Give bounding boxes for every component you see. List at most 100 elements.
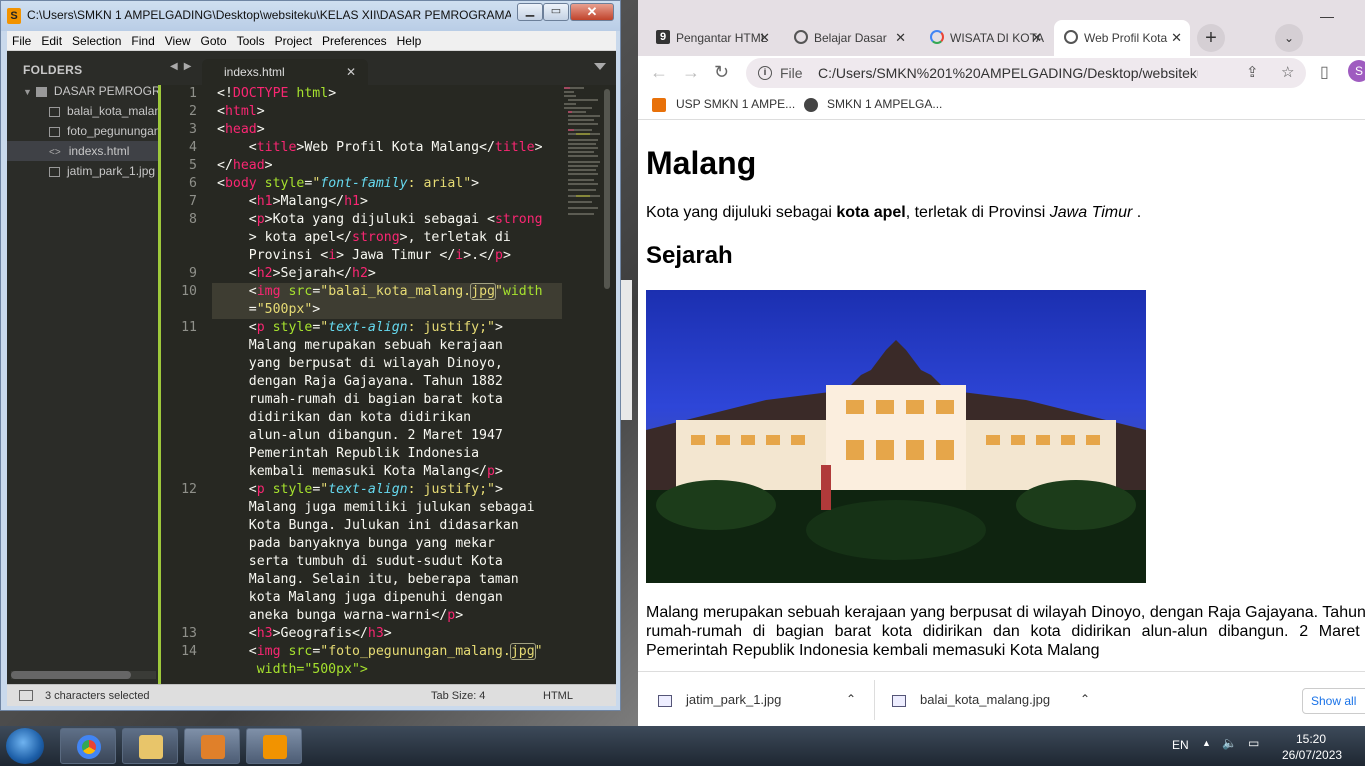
tab-size-status[interactable]: Tab Size: 4 bbox=[431, 685, 485, 707]
taskbar-chrome[interactable] bbox=[60, 728, 116, 764]
sidebar-scrollbar[interactable] bbox=[11, 671, 156, 679]
menu-help[interactable]: Help bbox=[392, 31, 427, 51]
language-indicator[interactable]: EN bbox=[1172, 738, 1189, 752]
tab-search-button[interactable]: ⌄ bbox=[1275, 24, 1303, 52]
divider bbox=[874, 680, 875, 720]
volume-muted-icon[interactable]: 🔈 bbox=[1222, 736, 1237, 750]
tab-close-icon[interactable]: ✕ bbox=[346, 59, 356, 85]
tab-close-icon[interactable]: ✕ bbox=[1031, 20, 1042, 56]
clock-time[interactable]: 15:20 bbox=[1296, 732, 1326, 746]
tab-indexs-html[interactable]: indexs.html ✕ bbox=[202, 59, 368, 85]
menu-project[interactable]: Project bbox=[270, 31, 317, 51]
url-text[interactable]: C:/Users/SMKN%201%20AMPELGADING/Desktop/… bbox=[818, 58, 1198, 88]
menu-tools[interactable]: Tools bbox=[232, 31, 270, 51]
close-button[interactable]: ✕ bbox=[570, 3, 614, 21]
sidebar-file-label: foto_pegunungan_malang.jpg bbox=[67, 124, 158, 138]
bookmark-usp[interactable]: USP SMKN 1 AMPE... bbox=[676, 97, 795, 111]
folders-header: FOLDERS bbox=[23, 63, 83, 77]
new-tab-button[interactable]: + bbox=[1197, 24, 1225, 52]
tab-title: Web Profil Kota bbox=[1084, 31, 1168, 45]
code-line: didirikan dan kota didirikan bbox=[248, 410, 472, 425]
sidebar-file-pegunungan[interactable]: foto_pegunungan_malang.jpg bbox=[7, 121, 158, 141]
code-editor[interactable]: <!DOCTYPE html> <html> <head> <title>Web… bbox=[212, 85, 562, 684]
bookmark-smkn[interactable]: SMKN 1 AMPELGA... bbox=[827, 97, 942, 111]
share-icon[interactable]: ⇪ bbox=[1246, 58, 1259, 88]
code-line: kota Malang juga dipenuhi dengan bbox=[248, 590, 503, 605]
taskbar-app-orange[interactable] bbox=[184, 728, 240, 764]
tab-pengantar-html[interactable]: 9 Pengantar HTML ✕ bbox=[646, 20, 778, 56]
back-icon[interactable]: ← bbox=[650, 62, 668, 83]
image-file-icon bbox=[49, 106, 60, 117]
maximize-button[interactable]: ▭ bbox=[543, 3, 569, 21]
menu-file[interactable]: File bbox=[7, 31, 36, 51]
reload-icon[interactable]: ↻ bbox=[714, 62, 729, 83]
tab-title: Pengantar HTML bbox=[676, 31, 768, 45]
code-line: <title>Web Profil Kota Malang</title> bbox=[217, 140, 543, 155]
show-all-downloads-button[interactable]: Show all bbox=[1302, 688, 1365, 714]
sublime-title-bar[interactable]: S C:\Users\SMKN 1 AMPELGADING\Desktop\we… bbox=[1, 1, 620, 31]
chrome-minimize-icon[interactable]: — bbox=[1320, 8, 1334, 24]
site-favicon-icon: 9 bbox=[656, 30, 670, 44]
code-line: pada banyaknya bunga yang mekar bbox=[248, 536, 495, 551]
tab-nav-arrows-icon[interactable]: ◀▶ bbox=[170, 61, 197, 72]
sidebar-file-indexs[interactable]: <> indexs.html bbox=[7, 141, 158, 161]
image-file-icon bbox=[49, 166, 60, 177]
editor-scroll-thumb[interactable] bbox=[604, 89, 610, 289]
tab-web-profil[interactable]: Web Profil Kota ✕ bbox=[1054, 20, 1190, 56]
download-item-balai[interactable]: balai_kota_malang.jpg ⌃ bbox=[892, 672, 1090, 727]
line-number: 6 bbox=[189, 176, 197, 191]
taskbar-sublime[interactable] bbox=[246, 728, 302, 764]
sidebar-file-jatim[interactable]: jatim_park_1.jpg bbox=[7, 161, 158, 181]
line-number: 12 bbox=[181, 482, 197, 497]
code-line: dengan Raja Gajayana. Tahun 1882 bbox=[248, 374, 503, 389]
taskbar-explorer[interactable] bbox=[122, 728, 178, 764]
sidebar-file-balai[interactable]: balai_kota_malang.jpg bbox=[7, 101, 158, 121]
intro-paragraph: Kota yang dijuluki sebagai kota apel, te… bbox=[646, 204, 1142, 221]
tab-belajar-dasar[interactable]: Belajar Dasar ✕ bbox=[784, 20, 914, 56]
download-item-jatim[interactable]: jatim_park_1.jpg ⌃ bbox=[658, 672, 856, 727]
tab-menu-icon[interactable] bbox=[594, 63, 606, 70]
tab-close-icon[interactable]: ✕ bbox=[759, 20, 770, 56]
menu-preferences[interactable]: Preferences bbox=[317, 31, 392, 51]
menu-find[interactable]: Find bbox=[126, 31, 159, 51]
code-line: <body style="font-family: arial"> bbox=[217, 176, 480, 191]
profile-avatar[interactable]: S bbox=[1348, 60, 1365, 82]
code-minimap[interactable] bbox=[562, 85, 600, 225]
sidebar-scroll-thumb[interactable] bbox=[11, 671, 131, 679]
syntax-status[interactable]: HTML bbox=[543, 685, 573, 707]
sidebar-folder-root[interactable]: ▼DASAR PEMROGRAMAN bbox=[7, 81, 158, 101]
sidebar-file-label: jatim_park_1.jpg bbox=[67, 164, 156, 178]
line-number: 14 bbox=[181, 644, 197, 659]
chevron-up-icon[interactable]: ⌃ bbox=[846, 672, 856, 727]
side-panel-icon[interactable]: ▯ bbox=[1320, 62, 1329, 82]
network-icon[interactable]: ▭ bbox=[1248, 736, 1259, 750]
url-scheme: File bbox=[780, 65, 803, 81]
code-line: <h3>Geografis</h3> bbox=[217, 626, 392, 641]
tab-close-icon[interactable]: ✕ bbox=[895, 20, 906, 56]
forward-icon[interactable]: → bbox=[682, 62, 700, 83]
panel-toggle-icon[interactable] bbox=[19, 690, 33, 701]
windows-taskbar: EN ▲ 🔈 ▭ 15:20 26/07/2023 bbox=[0, 726, 1365, 766]
minimize-button[interactable]: ▁ bbox=[517, 3, 543, 21]
menu-view[interactable]: View bbox=[160, 31, 196, 51]
menu-goto[interactable]: Goto bbox=[196, 31, 232, 51]
address-bar[interactable]: i File C:/Users/SMKN%201%20AMPELGADING/D… bbox=[746, 58, 1306, 88]
start-button[interactable] bbox=[6, 728, 44, 764]
sublime-app-icon: S bbox=[7, 8, 21, 24]
clock-date[interactable]: 26/07/2023 bbox=[1282, 748, 1342, 762]
tab-wisata[interactable]: WISATA DI KOTA ✕ bbox=[920, 20, 1050, 56]
tray-expand-icon[interactable]: ▲ bbox=[1202, 738, 1211, 748]
chrome-tab-strip: 9 Pengantar HTML ✕ Belajar Dasar ✕ WISATA D… bbox=[638, 0, 1365, 56]
menu-edit[interactable]: Edit bbox=[36, 31, 67, 51]
bookmark-star-icon[interactable]: ☆ bbox=[1281, 58, 1294, 88]
code-line: alun-alun dibangun. 2 Maret 1947 bbox=[248, 428, 503, 443]
line-number: 2 bbox=[189, 104, 197, 119]
chevron-up-icon[interactable]: ⌃ bbox=[1080, 672, 1090, 727]
globe-icon bbox=[794, 30, 808, 44]
site-info-icon[interactable]: i bbox=[758, 66, 772, 80]
editor-scrollbar[interactable] bbox=[604, 85, 612, 680]
menu-selection[interactable]: Selection bbox=[67, 31, 126, 51]
tab-close-icon[interactable]: ✕ bbox=[1171, 20, 1182, 56]
code-line: <head> bbox=[217, 122, 265, 137]
google-icon bbox=[930, 30, 944, 44]
